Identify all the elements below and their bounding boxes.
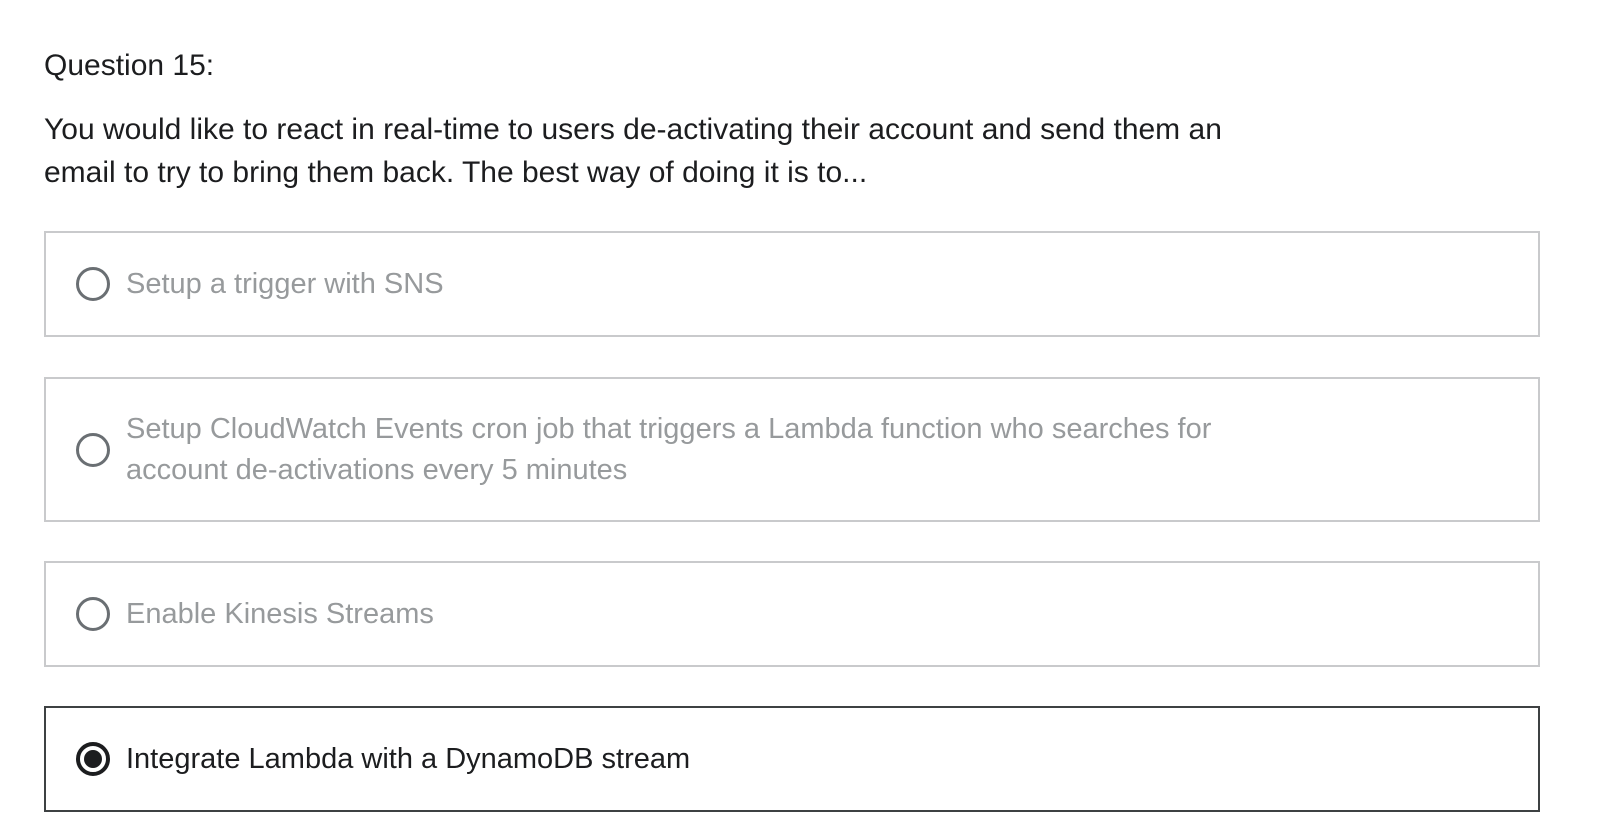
radio-checked-icon[interactable]: [76, 742, 110, 776]
answer-option-2[interactable]: Setup CloudWatch Events cron job that tr…: [44, 377, 1540, 522]
radio-unchecked-icon[interactable]: [76, 597, 110, 631]
radio-unchecked-icon[interactable]: [76, 267, 110, 301]
answer-option-label: Setup CloudWatch Events cron job that tr…: [126, 412, 1212, 486]
answer-option-1[interactable]: Setup a trigger with SNS: [44, 231, 1540, 337]
radio-unchecked-icon[interactable]: [76, 432, 110, 467]
question-number: Question 15:: [44, 49, 215, 82]
answer-option-label: Enable Kinesis Streams: [126, 597, 434, 630]
answer-option-label: Integrate Lambda with a DynamoDB stream: [126, 742, 691, 775]
answer-option-label: Setup a trigger with SNS: [126, 267, 444, 300]
quiz-question: Question 15: You would like to react in …: [0, 0, 1598, 840]
question-text: You would like to react in real-time to …: [44, 113, 1222, 189]
answer-option-3[interactable]: Enable Kinesis Streams: [44, 561, 1540, 667]
radio-dot-icon: [84, 750, 102, 768]
answer-option-4[interactable]: Integrate Lambda with a DynamoDB stream: [44, 706, 1540, 812]
